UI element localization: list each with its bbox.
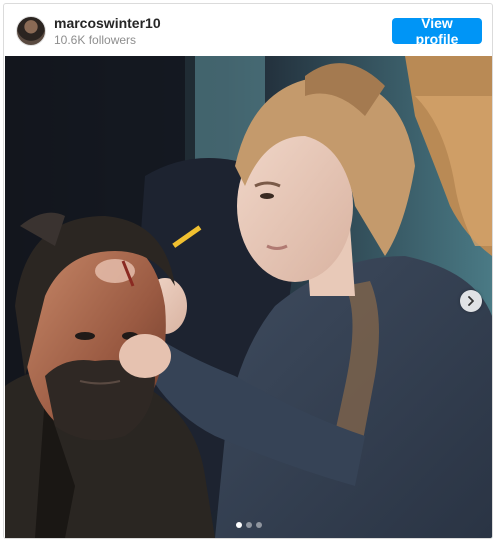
avatar[interactable] <box>16 16 46 46</box>
instagram-embed: marcoswinter10 10.6K followers View prof… <box>3 3 493 539</box>
carousel-dot-3 <box>255 522 262 528</box>
username[interactable]: marcoswinter10 <box>54 15 161 31</box>
view-profile-button[interactable]: View profile <box>392 15 482 47</box>
post-image[interactable] <box>5 56 492 538</box>
post-header: marcoswinter10 10.6K followers View prof… <box>4 4 492 56</box>
carousel-dot-2 <box>245 522 252 528</box>
carousel-dots <box>5 522 492 528</box>
next-button[interactable] <box>460 290 482 312</box>
post-photo-illustration <box>5 56 492 538</box>
carousel-dot-1 <box>235 522 242 528</box>
follower-count: 10.6K followers <box>54 33 137 47</box>
chevron-right-icon <box>468 296 474 306</box>
